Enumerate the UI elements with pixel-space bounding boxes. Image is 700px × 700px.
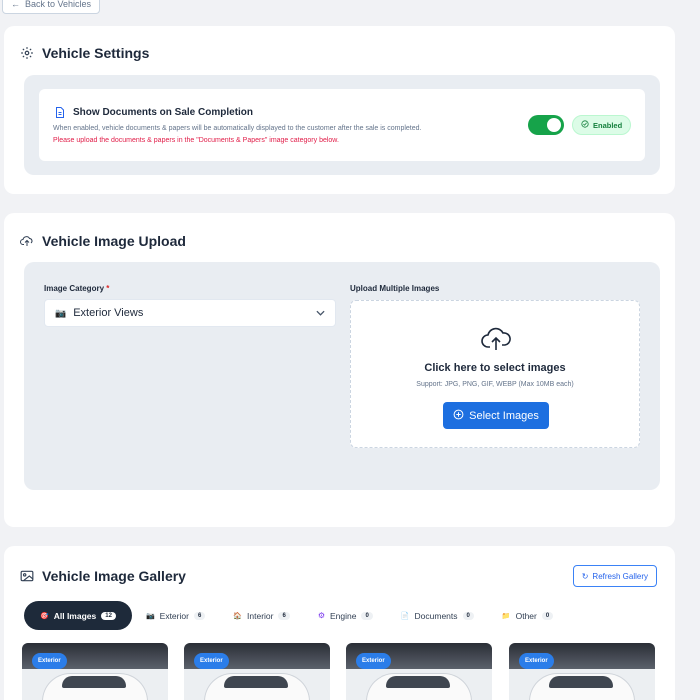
tab-label: Documents [414, 610, 458, 621]
show-documents-setting: Show Documents on Sale Completion When e… [39, 89, 645, 161]
tab-other[interactable]: 📁 Other 0 [488, 601, 567, 630]
tab-count: 0 [361, 611, 373, 620]
check-circle-icon [581, 120, 589, 130]
tab-count: 6 [278, 611, 290, 620]
gallery-title-row: Vehicle Image Gallery [20, 568, 186, 584]
enabled-label: Enabled [593, 120, 623, 130]
refresh-gallery-label: Refresh Gallery [592, 571, 648, 581]
show-documents-description: When enabled, vehicle documents & papers… [53, 125, 422, 132]
show-documents-title: Show Documents on Sale Completion [73, 106, 254, 118]
tab-count: 0 [462, 611, 474, 620]
folder-icon: 📁 [501, 612, 511, 620]
gallery-image-thumbnail[interactable]: Exterior [346, 643, 492, 700]
tab-all-images[interactable]: 🎯 All Images 12 [24, 601, 132, 630]
vehicle-settings-title-row: Vehicle Settings [20, 45, 149, 61]
image-category-label-text: Image Category [44, 284, 105, 293]
page-section-title: Vehicle Settings [42, 45, 150, 61]
select-images-label: Select Images [469, 409, 539, 422]
category-badge: Exterior [32, 653, 67, 669]
chevron-down-icon [316, 307, 325, 319]
show-documents-toggle[interactable] [528, 115, 564, 135]
tab-exterior[interactable]: 📷 Exterior 6 [132, 601, 219, 630]
tab-label: Engine [330, 610, 357, 621]
required-mark: * [106, 284, 110, 293]
upload-panel: Image Category * 📷 Exterior Views Upload… [24, 262, 660, 490]
refresh-icon: ↻ [581, 571, 589, 581]
arrow-left-icon: ← [11, 0, 20, 9]
tab-count: 6 [193, 611, 206, 620]
cloud-upload-icon [20, 234, 34, 248]
target-icon: 🎯 [40, 612, 49, 620]
gallery-image-thumbnail[interactable]: Exterior [509, 643, 655, 700]
image-category-value: 📷 Exterior Views [55, 307, 316, 319]
select-images-button[interactable]: Select Images [443, 402, 549, 429]
tab-interior[interactable]: 🏠 Interior 6 [219, 601, 304, 630]
vehicle-image-upload-card: Vehicle Image Upload Image Category * 📷 … [4, 213, 675, 527]
image-dropzone[interactable]: Click here to select images Support: JPG… [350, 300, 640, 448]
cloud-upload-large-icon [481, 326, 511, 357]
vehicle-image-gallery-card: Vehicle Image Gallery ↻ Refresh Gallery … [4, 546, 675, 700]
tab-documents[interactable]: 📄 Documents 0 [387, 601, 488, 630]
document-icon [53, 105, 67, 119]
car-window [549, 676, 613, 688]
show-documents-title-row: Show Documents on Sale Completion [53, 105, 253, 119]
camera-icon: 📷 [145, 612, 155, 620]
gallery-tabs: 🎯 All Images 12 📷 Exterior 6 🏠 Interior … [24, 601, 567, 630]
category-badge: Exterior [194, 653, 229, 669]
back-label: Back to Vehicles [25, 0, 92, 9]
enabled-status-badge: Enabled [572, 115, 632, 135]
toggle-knob [547, 118, 561, 132]
gallery-title: Vehicle Image Gallery [42, 568, 186, 584]
plus-circle-icon [453, 409, 464, 423]
image-category-select[interactable]: 📷 Exterior Views [44, 299, 336, 327]
tab-engine[interactable]: ⚙ Engine 0 [304, 601, 387, 630]
back-to-vehicles-button[interactable]: ← Back to Vehicles [2, 0, 101, 14]
image-icon [20, 569, 34, 583]
show-documents-warning: Please upload the documents & papers in … [53, 137, 339, 144]
tab-label: All Images [53, 610, 97, 621]
dropzone-title: Click here to select images [424, 362, 566, 374]
camera-emoji-icon: 📷 [55, 307, 67, 318]
tab-count: 0 [541, 611, 554, 620]
vehicle-image-upload-title-row: Vehicle Image Upload [20, 233, 186, 249]
settings-panel: Show Documents on Sale Completion When e… [24, 75, 660, 175]
house-icon: 🏠 [233, 612, 243, 620]
document-icon: 📄 [400, 612, 410, 620]
tab-count: 12 [101, 611, 116, 620]
tab-label: Other [515, 610, 537, 621]
category-badge: Exterior [519, 653, 554, 669]
car-window [386, 676, 450, 688]
upload-section-title: Vehicle Image Upload [42, 233, 186, 249]
cog-icon: ⚙ [317, 611, 325, 620]
image-category-label: Image Category * [44, 284, 109, 293]
tab-label: Interior [247, 610, 274, 621]
image-category-value-text: Exterior Views [73, 307, 144, 319]
refresh-gallery-button[interactable]: ↻ Refresh Gallery [572, 565, 657, 587]
category-badge: Exterior [356, 653, 391, 669]
car-window [224, 676, 288, 688]
car-window [62, 676, 126, 688]
tab-label: Exterior [159, 610, 189, 621]
vehicle-settings-card: Vehicle Settings Show Documents on Sale … [4, 26, 675, 194]
gallery-image-thumbnail[interactable]: Exterior [22, 643, 168, 700]
dropzone-subtitle: Support: JPG, PNG, GIF, WEBP (Max 10MB e… [416, 381, 574, 388]
gallery-image-thumbnail[interactable]: Exterior [184, 643, 330, 700]
gear-icon [20, 46, 34, 60]
upload-multiple-label: Upload Multiple Images [350, 284, 440, 293]
